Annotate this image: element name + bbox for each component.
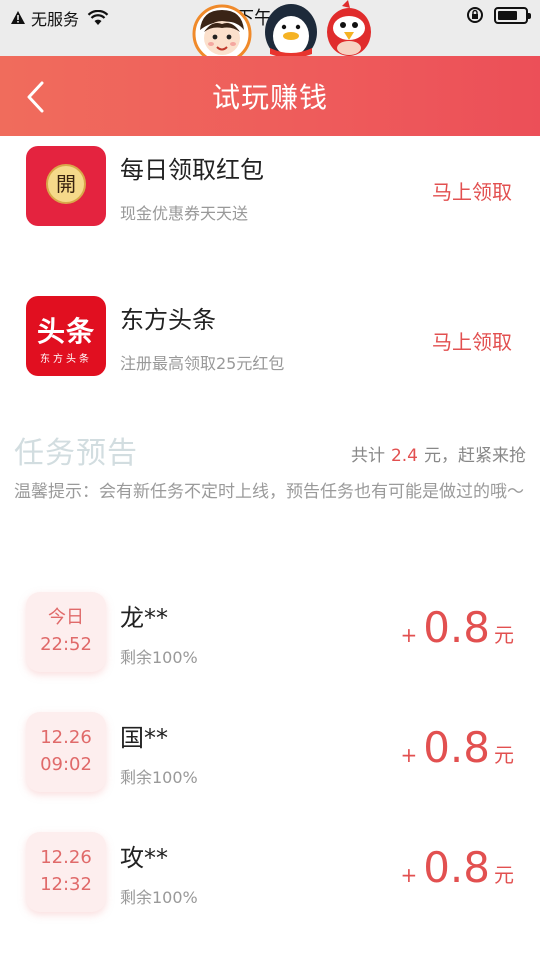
total-suffix: 元，赶紧来抢 <box>424 446 526 466</box>
featured-name: 东方头条 <box>120 306 216 334</box>
task-date-badge: 今日 22:52 <box>26 592 106 672</box>
reward-unit: 元 <box>494 743 514 767</box>
reward-plus: + <box>400 623 418 647</box>
status-left: 无服务 <box>10 6 109 30</box>
toutiao-logo-text: 头条 <box>36 315 95 348</box>
task-date-line2: 22:52 <box>40 634 92 655</box>
task-date-badge: 12.26 12:32 <box>26 832 106 912</box>
task-date-line1: 12.26 <box>40 727 92 748</box>
status-right <box>466 6 531 24</box>
bird-sticker-icon <box>327 0 371 56</box>
task-remain: 剩余100% <box>120 888 198 907</box>
featured-item-toutiao[interactable]: 头条 东方头条 东方头条 注册最高领取25元红包 马上领取 <box>0 288 540 388</box>
battery-fill <box>498 10 517 20</box>
reward-value: 0.8 <box>423 843 490 892</box>
task-reward: + 0.8 元 <box>400 846 514 890</box>
total-prefix: 共计 <box>350 446 385 466</box>
task-row[interactable]: 今日 22:52 龙** 剩余100% + 0.8 元 <box>0 592 540 676</box>
reward-unit: 元 <box>494 623 514 647</box>
task-remain: 剩余100% <box>120 648 198 667</box>
featured-desc: 现金优惠券天天送 <box>120 204 249 223</box>
task-date-line2: 09:02 <box>40 754 92 775</box>
reward-plus: + <box>400 863 418 887</box>
carrier-text: 无服务 <box>31 10 80 29</box>
notice-tip: 温馨提示：会有新任务不定时上线，预告任务也有可能是做过的哦～ <box>14 482 524 502</box>
task-reward: + 0.8 元 <box>400 606 514 650</box>
page-title: 试玩赚钱 <box>211 81 328 114</box>
section-title: 任务预告 <box>14 436 138 471</box>
claim-button[interactable]: 马上领取 <box>432 326 512 355</box>
featured-desc: 注册最高领取25元红包 <box>120 354 285 373</box>
task-date-line2: 12:32 <box>40 874 92 895</box>
toutiao-logo-subtext: 东方头条 <box>40 354 92 365</box>
featured-item-hongbao[interactable]: 開 每日领取红包 现金优惠券天天送 马上领取 <box>0 138 540 238</box>
task-row[interactable]: 12.26 09:02 国** 剩余100% + 0.8 元 <box>0 712 540 796</box>
rotation-lock-icon <box>467 7 483 23</box>
warning-icon <box>11 11 25 24</box>
task-reward: + 0.8 元 <box>400 726 514 770</box>
featured-name: 每日领取红包 <box>120 156 264 184</box>
reward-value: 0.8 <box>423 603 490 652</box>
task-date-line1: 12.26 <box>40 847 92 868</box>
reward-value: 0.8 <box>423 723 490 772</box>
nav-bar: 试玩赚钱 <box>0 56 540 136</box>
task-date-badge: 12.26 09:02 <box>26 712 106 792</box>
task-name: 龙** <box>120 604 168 632</box>
notice-total: 共计 2.4 元，赶紧来抢 <box>351 441 526 466</box>
toutiao-app-icon: 头条 东方头条 <box>26 296 106 376</box>
task-name: 国** <box>120 724 168 752</box>
total-amount: 2.4 <box>390 446 418 466</box>
claim-button[interactable]: 马上领取 <box>432 176 512 205</box>
task-row[interactable]: 12.26 12:32 攻** 剩余100% + 0.8 元 <box>0 832 540 916</box>
boy-sticker-icon <box>192 4 252 64</box>
task-date-line1: 今日 <box>48 607 84 628</box>
hongbao-coin-label: 開 <box>46 164 86 204</box>
battery-icon <box>494 6 531 24</box>
reward-plus: + <box>400 743 418 767</box>
task-name: 攻** <box>120 844 168 872</box>
task-remain: 剩余100% <box>120 768 198 787</box>
wifi-icon <box>87 10 109 25</box>
penguin-sticker-icon <box>265 4 317 60</box>
hongbao-app-icon: 開 <box>26 146 106 226</box>
reward-unit: 元 <box>494 863 514 887</box>
